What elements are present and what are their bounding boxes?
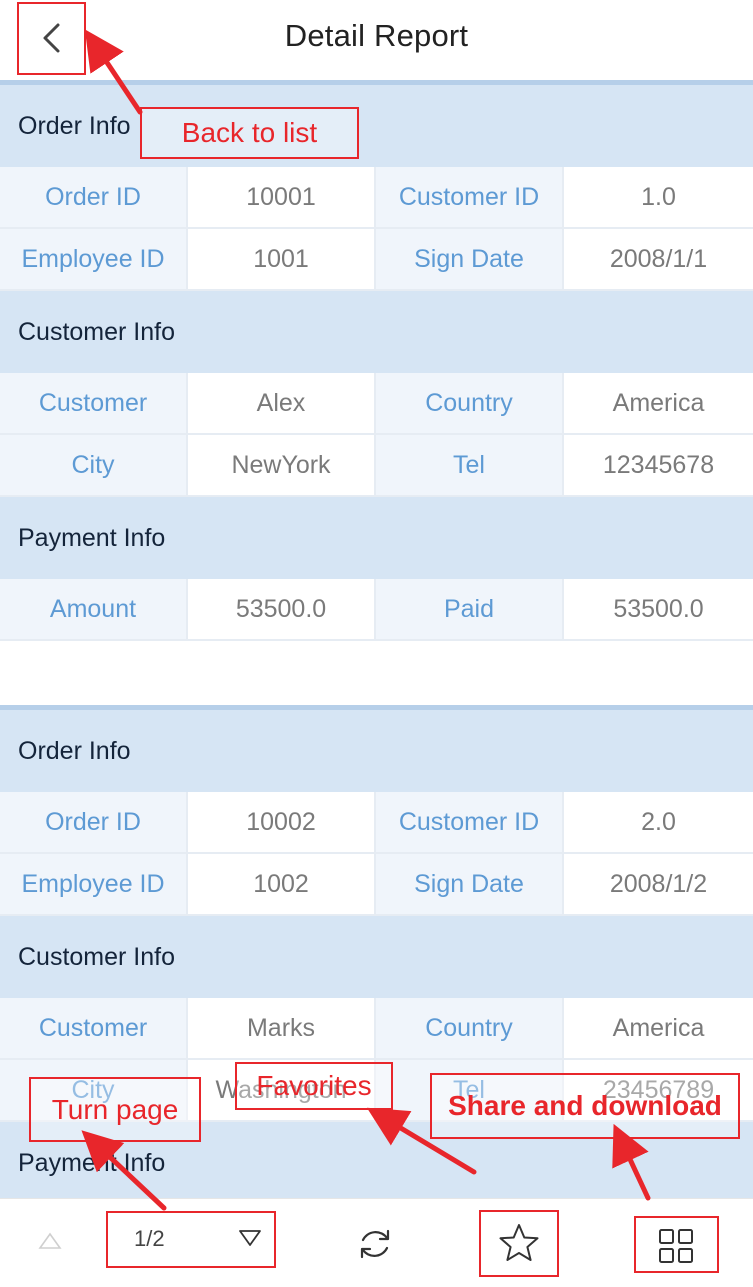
top-bar: Detail Report — [0, 0, 753, 81]
field-value: NewYork — [188, 435, 376, 495]
page-selector[interactable]: 1/2 — [106, 1213, 276, 1265]
table-row: Customer Alex Country America — [0, 373, 753, 435]
grid-icon — [659, 1229, 693, 1263]
field-label: Customer ID — [376, 167, 564, 227]
field-value: 10001 — [188, 167, 376, 227]
bottom-toolbar: 1/2 — [0, 1198, 753, 1287]
field-label: Tel — [376, 435, 564, 495]
field-label: Employee ID — [0, 854, 188, 914]
field-value: 1.0 — [564, 167, 753, 227]
triangle-up-icon — [38, 1232, 62, 1249]
field-value: 53500.0 — [188, 579, 376, 639]
section-header-payment: Payment Info — [0, 497, 753, 579]
table-row: Order ID 10001 Customer ID 1.0 — [0, 167, 753, 229]
field-value: 2008/1/2 — [564, 854, 753, 914]
field-value: America — [564, 373, 753, 433]
field-label: Amount — [0, 579, 188, 639]
refresh-icon — [360, 1229, 390, 1259]
field-label: City — [0, 435, 188, 495]
table-row: Employee ID 1002 Sign Date 2008/1/2 — [0, 854, 753, 916]
table-row: City NewYork Tel 12345678 — [0, 435, 753, 497]
field-value: 12345678 — [564, 435, 753, 495]
report-content[interactable]: Order Info Order ID 10001 Customer ID 1.… — [0, 80, 753, 1198]
section-header-customer: Customer Info — [0, 291, 753, 373]
field-label: Order ID — [0, 792, 188, 852]
field-label: Customer — [0, 998, 188, 1058]
section-header-order: Order Info — [0, 85, 753, 167]
section-header-customer: Customer Info — [0, 916, 753, 998]
previous-page-button[interactable] — [36, 1227, 64, 1255]
field-label: Country — [376, 373, 564, 433]
table-row: Employee ID 1001 Sign Date 2008/1/1 — [0, 229, 753, 291]
refresh-button[interactable] — [352, 1221, 398, 1267]
field-label: Sign Date — [376, 229, 564, 289]
field-value: 2.0 — [564, 792, 753, 852]
field-value: Alex — [188, 373, 376, 433]
field-label: Order ID — [0, 167, 188, 227]
annotation-share-download: Share and download — [430, 1073, 740, 1139]
record-card: Order Info Order ID 10001 Customer ID 1.… — [0, 80, 753, 641]
field-value: 1001 — [188, 229, 376, 289]
field-value: 10002 — [188, 792, 376, 852]
field-value: America — [564, 998, 753, 1058]
table-row: Amount 53500.0 Paid 53500.0 — [0, 579, 753, 641]
field-label: Customer — [0, 373, 188, 433]
triangle-down-icon — [239, 1230, 261, 1246]
section-header-order: Order Info — [0, 710, 753, 792]
page-title: Detail Report — [284, 18, 469, 53]
field-label: Paid — [376, 579, 564, 639]
annotation-turn-page: Turn page — [29, 1077, 201, 1142]
favorite-button[interactable] — [480, 1211, 558, 1275]
share-download-button[interactable] — [634, 1217, 718, 1275]
annotation-favorites: Favorites — [235, 1062, 393, 1110]
field-value: 53500.0 — [564, 579, 753, 639]
table-row: Customer Marks Country America — [0, 998, 753, 1060]
field-label: Customer ID — [376, 792, 564, 852]
field-value: 2008/1/1 — [564, 229, 753, 289]
field-label: Country — [376, 998, 564, 1058]
field-label: Employee ID — [0, 229, 188, 289]
field-value: Marks — [188, 998, 376, 1058]
page-indicator: 1/2 — [134, 1226, 165, 1251]
annotation-back-to-list: Back to list — [140, 107, 359, 159]
field-value: 1002 — [188, 854, 376, 914]
star-icon — [499, 1224, 539, 1261]
table-row: Order ID 10002 Customer ID 2.0 — [0, 792, 753, 854]
field-label: Sign Date — [376, 854, 564, 914]
